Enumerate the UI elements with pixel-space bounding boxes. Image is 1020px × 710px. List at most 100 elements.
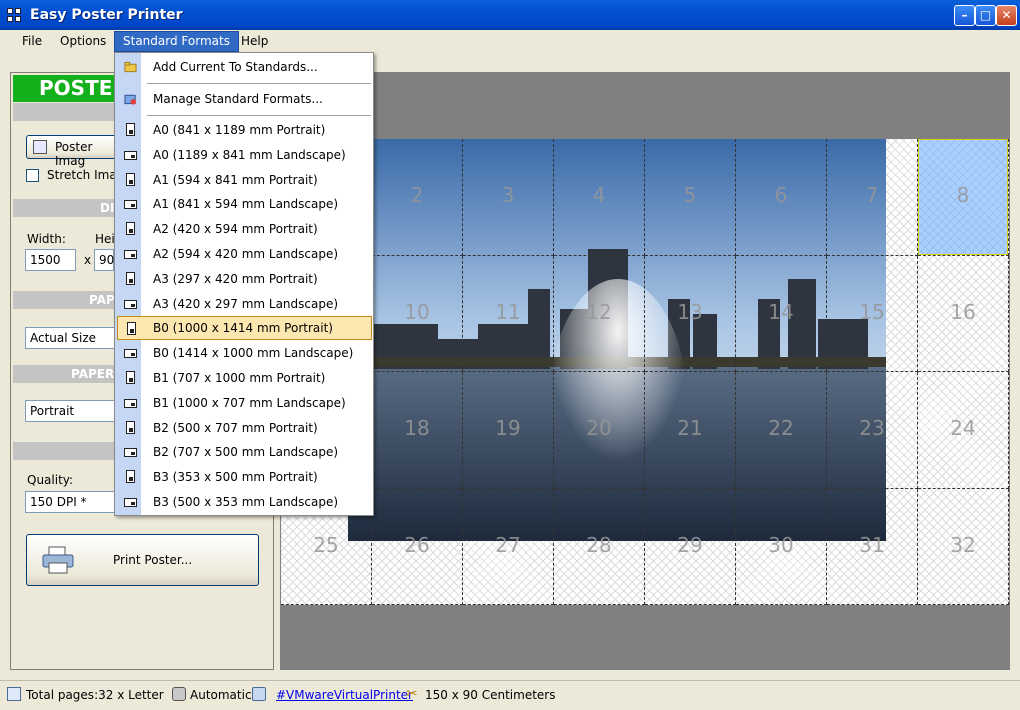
tile-number: 14 [768, 299, 794, 324]
poster-tile[interactable]: 3 [463, 139, 554, 256]
poster-tile[interactable]: 18 [372, 372, 463, 489]
width-input[interactable]: 1500 [25, 249, 76, 271]
poster-tile[interactable]: 27 [463, 488, 554, 605]
format-item[interactable]: A0 (841 x 1189 mm Portrait) [117, 118, 372, 142]
poster-tile[interactable]: 13 [645, 255, 736, 372]
poster-tile[interactable]: 4 [554, 139, 645, 256]
tile-number: 21 [677, 416, 703, 440]
app-icon [7, 8, 23, 24]
printer-link[interactable]: #VMwareVirtualPrinter [276, 688, 413, 702]
poster-tile[interactable]: 10 [372, 255, 463, 372]
quality-select[interactable]: 150 DPI * [25, 491, 115, 513]
format-item[interactable]: B3 (500 x 353 mm Landscape) [117, 490, 372, 514]
format-item[interactable]: A1 (594 x 841 mm Portrait) [117, 168, 372, 192]
format-label: B0 (1414 x 1000 mm Landscape) [153, 346, 354, 361]
poster-tile[interactable]: 20 [554, 372, 645, 489]
poster-tile[interactable]: 28 [554, 488, 645, 605]
poster-tile[interactable]: 24 [918, 372, 1009, 489]
poster-tile[interactable]: 32 [918, 488, 1009, 605]
portrait-page-icon [124, 222, 137, 236]
poster-tile[interactable]: 26 [372, 488, 463, 605]
format-label: B2 (500 x 707 mm Portrait) [153, 420, 318, 435]
tile-number: 32 [950, 532, 976, 557]
poster-tile[interactable]: 30 [736, 488, 827, 605]
tile-number: 20 [586, 416, 612, 440]
stretch-image-checkbox[interactable] [26, 169, 39, 182]
format-item[interactable]: B3 (353 x 500 mm Portrait) [117, 465, 372, 489]
orientation-select[interactable]: Portrait [25, 400, 115, 422]
minimize-button[interactable]: – [954, 5, 975, 26]
poster-tile[interactable]: 6 [736, 139, 827, 256]
poster-tile[interactable]: 16 [918, 255, 1009, 372]
tile-number: 29 [677, 532, 703, 557]
format-item[interactable]: A3 (297 x 420 mm Portrait) [117, 267, 372, 291]
tile-number: 3 [501, 183, 515, 207]
poster-tile[interactable]: 12 [554, 255, 645, 372]
menu-separator [147, 115, 371, 116]
printer-icon [42, 546, 74, 574]
format-item[interactable]: A3 (420 x 297 mm Landscape) [117, 292, 372, 316]
print-mode-text: Automatic [190, 688, 252, 702]
format-item[interactable]: B2 (500 x 707 mm Portrait) [117, 416, 372, 440]
tile-number: 2 [410, 183, 424, 207]
height-input[interactable]: 90 [94, 249, 114, 271]
tile-number: 5 [683, 183, 697, 207]
maximize-button[interactable]: □ [975, 5, 996, 26]
paper-size-select[interactable]: Actual Size [25, 327, 115, 349]
poster-tile[interactable]: 31 [827, 488, 918, 605]
format-item[interactable]: B2 (707 x 500 mm Landscape) [117, 440, 372, 464]
image-icon [33, 140, 47, 154]
tile-number: 31 [859, 532, 885, 557]
poster-tile[interactable]: 21 [645, 372, 736, 489]
tile-number: 26 [404, 532, 430, 557]
window-title: Easy Poster Printer [30, 7, 183, 23]
poster-tile[interactable]: 29 [645, 488, 736, 605]
format-label: A2 (420 x 594 mm Portrait) [153, 222, 318, 237]
add-current-to-standards-item[interactable]: Add Current To Standards... [117, 55, 372, 79]
tile-number: 7 [865, 183, 879, 207]
poster-tile[interactable]: 5 [645, 139, 736, 256]
poster-preview[interactable]: 2 3 4 5 6 7 8 10 11 12 13 14 15 16 18 19 20 21 22 23 24 25 26 2… [280, 72, 1010, 670]
poster-tile[interactable]: 19 [463, 372, 554, 489]
status-bar: Total pages:32 x Letter Automatic #VMwar… [0, 680, 1020, 710]
format-item[interactable]: A2 (420 x 594 mm Portrait) [117, 217, 372, 241]
times-sign: x [84, 253, 92, 267]
poster-tile[interactable]: 2 [372, 139, 463, 256]
poster-image-button[interactable]: Poster Imag [26, 135, 126, 168]
folder-add-icon [124, 61, 137, 73]
format-item[interactable]: B0 (1000 x 1414 mm Portrait) [117, 316, 372, 341]
portrait-page-icon [124, 172, 137, 187]
close-button[interactable]: ✕ [996, 5, 1017, 26]
poster-tile[interactable]: 15 [827, 255, 918, 372]
poster-tile[interactable]: 23 [827, 372, 918, 489]
portrait-page-icon [125, 322, 138, 336]
poster-size-text: 150 x 90 Centimeters [425, 688, 556, 702]
tile-number: 15 [859, 299, 885, 324]
tile-number: 30 [768, 532, 794, 557]
menu-help[interactable]: Help [233, 31, 276, 52]
height-label: Hei [95, 232, 115, 246]
poster-tile[interactable]: 7 [827, 139, 918, 256]
format-item[interactable]: B1 (1000 x 707 mm Landscape) [117, 391, 372, 415]
width-label: Width: [27, 232, 66, 246]
tile-number: 11 [495, 299, 521, 324]
format-item[interactable]: A2 (594 x 420 mm Landscape) [117, 242, 372, 266]
format-item[interactable]: A0 (1189 x 841 mm Landscape) [117, 143, 372, 167]
format-item[interactable]: A1 (841 x 594 mm Landscape) [117, 192, 372, 216]
menu-standard-formats[interactable]: Standard Formats [114, 31, 239, 52]
format-label: B0 (1000 x 1414 mm Portrait) [153, 321, 333, 336]
menu-options[interactable]: Options [52, 31, 114, 52]
format-label: B3 (500 x 353 mm Landscape) [153, 495, 339, 509]
menu-file[interactable]: File [14, 31, 50, 52]
poster-tile[interactable]: 8 [918, 139, 1009, 256]
format-label: A3 (297 x 420 mm Portrait) [153, 271, 318, 286]
poster-tile[interactable]: 14 [736, 255, 827, 372]
format-item[interactable]: B0 (1414 x 1000 mm Landscape) [117, 341, 372, 365]
manage-standard-formats-item[interactable]: Manage Standard Formats... [117, 87, 372, 111]
poster-tile[interactable]: 11 [463, 255, 554, 372]
poster-tile[interactable]: 22 [736, 372, 827, 489]
format-item[interactable]: B1 (707 x 1000 mm Portrait) [117, 366, 372, 390]
print-poster-button[interactable]: Print Poster... [26, 534, 259, 586]
tile-number: 18 [404, 416, 430, 440]
standard-formats-menu: Add Current To Standards... Manage Stand… [114, 52, 374, 516]
